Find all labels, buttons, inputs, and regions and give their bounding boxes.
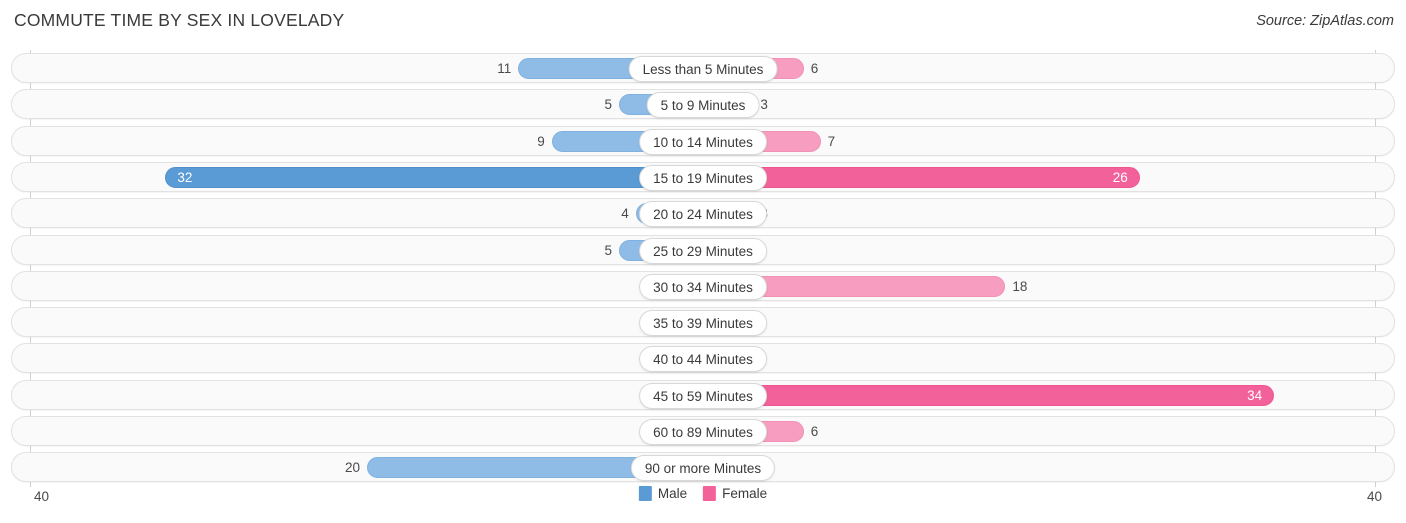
legend-label-female: Female (722, 486, 768, 501)
table-row[interactable]: 5225 to 29 Minutes (11, 234, 1395, 265)
bar-value-female: 34 (1247, 387, 1263, 403)
category-label: 30 to 34 Minutes (639, 273, 767, 300)
row-inner: 0040 to 44 Minutes (12, 344, 1394, 373)
legend-swatch-female-icon (703, 486, 717, 501)
bar-value-male: 32 (177, 169, 193, 185)
bar-value-male: 5 (604, 97, 612, 113)
bar-value-female: 3 (760, 97, 768, 113)
table-row[interactable]: 0660 to 89 Minutes (11, 416, 1395, 446)
table-row[interactable]: 0040 to 44 Minutes (11, 343, 1395, 374)
bar-value-female: 26 (1112, 169, 1128, 185)
legend-item-female[interactable]: Female (703, 486, 767, 501)
category-label: 35 to 39 Minutes (639, 310, 767, 337)
legend-item-male[interactable]: Male (638, 486, 688, 501)
axis-tick-left: 40 (34, 489, 50, 504)
row-inner: 11 6 Less than 5 Minutes (12, 54, 1394, 82)
bar-value-female: 18 (1012, 278, 1028, 294)
plot-area: 11 6 Less than 5 Minutes 5 3 5 to 9 Minutes 9 7… (0, 50, 1406, 487)
table-row[interactable]: 23445 to 59 Minutes (11, 379, 1395, 410)
bar-value-female: 7 (827, 133, 836, 149)
row-inner: 9 7 10 to 14 Minutes (12, 127, 1394, 155)
legend-swatch-male-icon (638, 486, 652, 501)
table-row[interactable]: 4320 to 24 Minutes (11, 198, 1395, 229)
bar-female[interactable] (703, 166, 1140, 188)
table-row[interactable]: 11 6 Less than 5 Minutes (11, 53, 1395, 83)
category-label: 5 to 9 Minutes (646, 92, 760, 119)
table-row[interactable]: 5 35 to 9 Minutes (11, 89, 1395, 120)
category-label: 45 to 59 Minutes (639, 382, 767, 409)
row-inner: 4320 to 24 Minutes (12, 199, 1394, 228)
row-inner: 2035 to 39 Minutes (12, 308, 1394, 337)
table-row[interactable]: 2035 to 39 Minutes (11, 307, 1395, 338)
table-row[interactable]: 21830 to 34 Minutes (11, 270, 1395, 301)
bar-value-male: 11 (497, 61, 512, 76)
category-label: 90 or more Minutes (630, 455, 776, 482)
bar-value-male: 5 (604, 242, 612, 258)
bar-female[interactable] (703, 384, 1275, 406)
row-inner: 20090 or more Minutes (12, 453, 1394, 482)
category-label: 25 to 29 Minutes (639, 237, 767, 264)
category-label: 15 to 19 Minutes (639, 164, 767, 191)
bar-value-female: 6 (810, 61, 819, 76)
category-label: 60 to 89 Minutes (639, 419, 767, 445)
row-inner: 5225 to 29 Minutes (12, 236, 1394, 264)
bar-male[interactable] (165, 166, 703, 188)
row-inner: 21830 to 34 Minutes (12, 272, 1394, 300)
bar-value-female: 6 (810, 424, 819, 439)
table-row[interactable]: 9 7 10 to 14 Minutes (11, 125, 1395, 156)
legend: Male Female (638, 486, 767, 501)
row-inner: 5 35 to 9 Minutes (12, 90, 1394, 119)
bar-value-male: 4 (621, 206, 629, 222)
category-label: 10 to 14 Minutes (639, 128, 767, 155)
table-row[interactable]: 32 26 15 to 19 Minutes (11, 161, 1395, 192)
bar-value-male: 20 (344, 460, 360, 476)
source-attribution: Source: ZipAtlas.com (1256, 13, 1394, 29)
row-inner: 0660 to 89 Minutes (12, 417, 1394, 445)
bar-value-male: 9 (537, 133, 545, 149)
legend-label-male: Male (657, 486, 688, 501)
table-row[interactable]: 20090 or more Minutes (11, 452, 1395, 483)
axis-tick-right: 40 (1366, 489, 1382, 504)
row-inner: 32 26 15 to 19 Minutes (12, 163, 1394, 191)
category-label: 40 to 44 Minutes (639, 346, 767, 373)
chart-root: COMMUTE TIME BY SEX IN LOVELADY Source: … (0, 0, 1406, 523)
row-inner: 23445 to 59 Minutes (12, 381, 1394, 409)
category-label: Less than 5 Minutes (628, 56, 778, 82)
category-label: 20 to 24 Minutes (639, 201, 767, 228)
page-title: COMMUTE TIME BY SEX IN LOVELADY (14, 10, 345, 30)
